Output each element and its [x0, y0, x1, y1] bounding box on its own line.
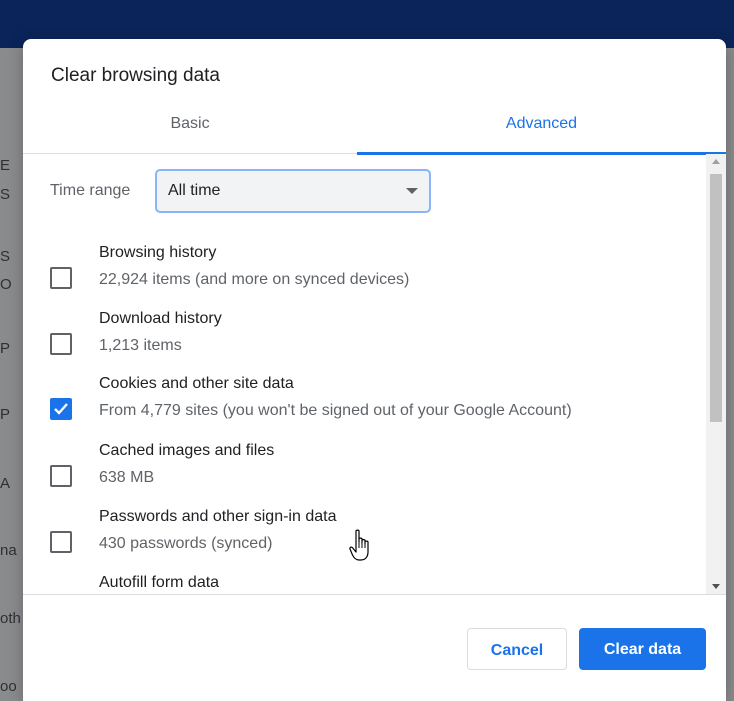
option-autofill: Autofill form data	[50, 574, 690, 594]
tab-advanced[interactable]: Advanced	[357, 113, 726, 155]
scrollbar-thumb[interactable]	[710, 174, 722, 422]
option-cached-images: Cached images and files 638 MB	[50, 442, 690, 502]
background-text: P	[0, 340, 11, 357]
checkmark-icon	[54, 403, 68, 415]
tab-basic[interactable]: Basic	[23, 113, 357, 153]
background-text: S	[0, 186, 11, 203]
option-download-history: Download history 1,213 items	[50, 310, 690, 370]
background-text: S	[0, 248, 11, 265]
dialog-footer: Cancel Clear data	[23, 594, 726, 701]
option-title: Cached images and files	[99, 442, 275, 459]
option-subtitle: 638 MB	[99, 469, 155, 486]
option-title: Download history	[99, 310, 222, 327]
background-text: oth	[0, 610, 21, 627]
background-text: O	[0, 276, 12, 293]
cached-images-checkbox[interactable]	[50, 465, 72, 487]
option-title: Autofill form data	[99, 574, 220, 591]
option-subtitle: From 4,779 sites (you won't be signed ou…	[99, 402, 572, 419]
background-text: na	[0, 542, 17, 559]
cookies-checkbox[interactable]	[50, 398, 72, 420]
chevron-down-icon	[406, 188, 418, 194]
option-title: Browsing history	[99, 244, 217, 261]
scrollbar[interactable]	[706, 154, 726, 594]
download-history-checkbox[interactable]	[50, 333, 72, 355]
background-text: oo	[0, 678, 17, 695]
option-title: Cookies and other site data	[99, 375, 294, 392]
scroll-up-arrow-icon[interactable]	[712, 159, 720, 164]
scroll-down-arrow-icon[interactable]	[712, 584, 720, 589]
hand-cursor-icon	[349, 529, 369, 561]
cancel-button[interactable]: Cancel	[467, 628, 567, 670]
browsing-history-checkbox[interactable]	[50, 267, 72, 289]
time-range-label: Time range	[50, 182, 131, 199]
time-range-value: All time	[168, 182, 221, 199]
background-text: P	[0, 406, 11, 423]
option-title: Passwords and other sign-in data	[99, 508, 337, 525]
background-text: E	[0, 157, 11, 174]
clear-browsing-data-dialog: Clear browsing data Basic Advanced Time …	[23, 39, 726, 701]
option-subtitle: 430 passwords (synced)	[99, 535, 273, 552]
dialog-title: Clear browsing data	[51, 65, 220, 86]
tab-advanced-label: Advanced	[505, 115, 578, 132]
option-cookies: Cookies and other site data From 4,779 s…	[50, 375, 690, 435]
time-range-row: Time range All time	[50, 169, 470, 215]
options-scroll-area: Time range All time Browsing history 22,…	[23, 154, 706, 594]
tab-bar: Basic Advanced	[23, 113, 726, 155]
background-text: A	[0, 475, 11, 492]
option-browsing-history: Browsing history 22,924 items (and more …	[50, 244, 690, 304]
clear-data-button[interactable]: Clear data	[579, 628, 706, 670]
option-subtitle: 22,924 items (and more on synced devices…	[99, 271, 410, 288]
time-range-select[interactable]: All time	[155, 169, 431, 213]
option-subtitle: 1,213 items	[99, 337, 182, 354]
passwords-checkbox[interactable]	[50, 531, 72, 553]
